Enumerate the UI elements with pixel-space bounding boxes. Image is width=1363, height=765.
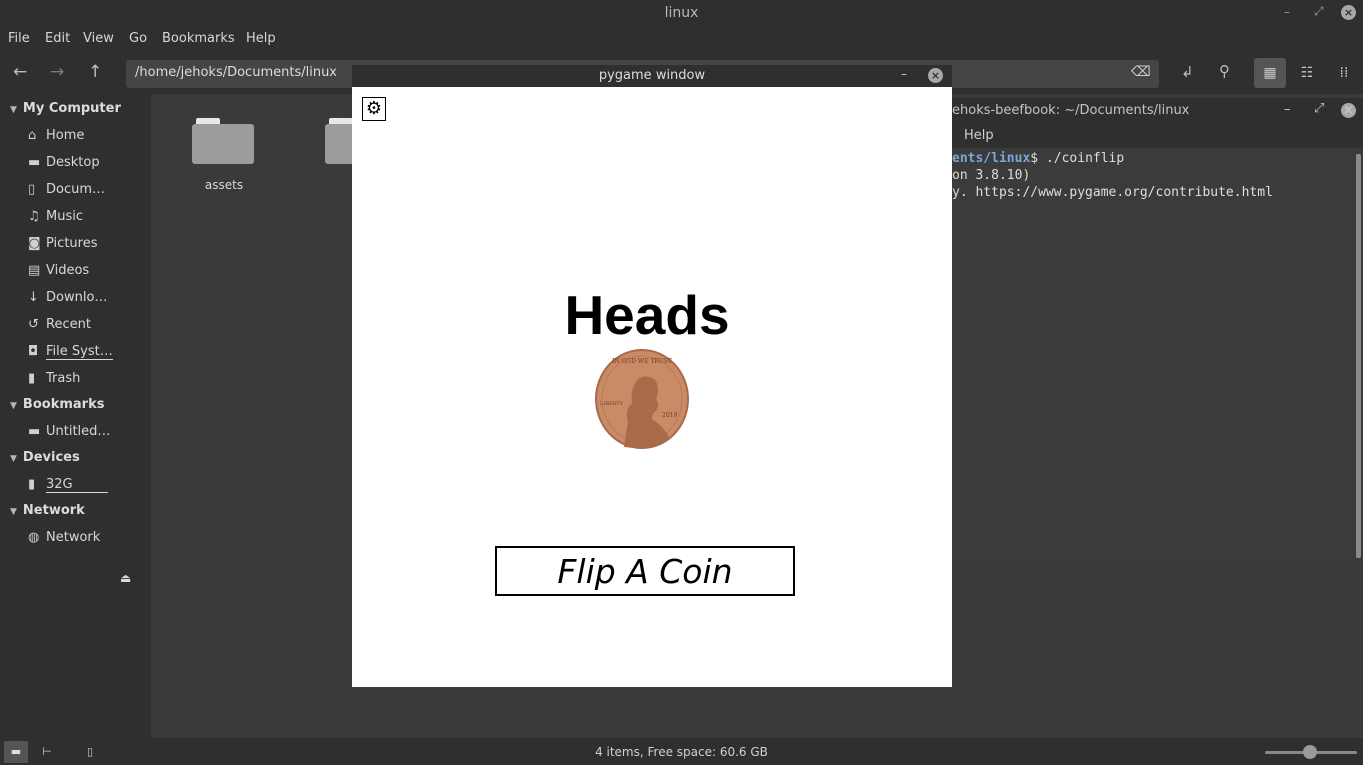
- sidebar-item-recent[interactable]: ↺ Recent: [28, 317, 91, 332]
- menu-bookmarks[interactable]: Bookmarks: [162, 31, 235, 46]
- folder-assets-label[interactable]: assets: [182, 178, 266, 192]
- menu-go[interactable]: Go: [129, 31, 147, 46]
- sidebar-item-network[interactable]: ◍ Network: [28, 530, 100, 545]
- expand-triangle-icon: ▼: [10, 401, 17, 411]
- camera-icon: ◙: [28, 236, 41, 251]
- pygame-titlebar: pygame window – ×: [352, 65, 952, 87]
- sidebar-section-my-computer[interactable]: ▼ My Computer: [10, 101, 121, 116]
- sidebar-item-downloads[interactable]: ↓ Downlo…: [28, 290, 107, 305]
- history-icon: ↺: [28, 317, 39, 332]
- window-title: linux: [664, 5, 699, 21]
- home-icon: ⌂: [28, 128, 37, 143]
- sidebar-item-videos[interactable]: ▤ Videos: [28, 263, 89, 278]
- forward-arrow-icon[interactable]: →: [50, 62, 64, 82]
- sidebar-item-file-system[interactable]: ◘ File Syst…: [28, 344, 113, 360]
- sidebar-section-bookmarks[interactable]: ▼ Bookmarks: [10, 397, 104, 412]
- expand-triangle-icon: ▼: [10, 454, 17, 464]
- clear-location-icon[interactable]: ⌫: [1131, 64, 1151, 80]
- terminal-menubar: Help: [952, 124, 1363, 148]
- back-arrow-icon[interactable]: ←: [13, 62, 27, 82]
- sidebar-item-music[interactable]: ♫ Music: [28, 209, 83, 224]
- usb-icon: ▮: [28, 477, 36, 492]
- coin-motto: IN GOD WE TRUST: [612, 358, 672, 365]
- terminal-menu-help[interactable]: Help: [964, 128, 994, 143]
- search-icon[interactable]: ⚲: [1219, 62, 1230, 80]
- document-icon: ▯: [28, 182, 36, 197]
- sidebar-item-documents[interactable]: ▯ Docum…: [28, 182, 105, 197]
- statusbar: ▬ ⊢ ▯ 4 items, Free space: 60.6 GB: [0, 738, 1363, 765]
- terminal-maximize-button[interactable]: ⤢: [1314, 101, 1324, 116]
- minimize-button[interactable]: –: [1284, 5, 1290, 19]
- icon-view-button[interactable]: ▦: [1254, 58, 1286, 88]
- flip-coin-button[interactable]: Flip A Coin: [495, 546, 795, 596]
- music-icon: ♫: [28, 209, 40, 224]
- expand-triangle-icon: ▼: [10, 105, 17, 115]
- sidebar: ▼ My Computer ⌂ Home ▬ Desktop ▯ Docum… ♫ Mus…: [0, 94, 151, 738]
- pygame-title: pygame window: [598, 68, 706, 83]
- status-text: 4 items, Free space: 60.6 GB: [595, 745, 768, 759]
- download-icon: ↓: [28, 290, 39, 305]
- film-icon: ▤: [28, 263, 41, 278]
- up-arrow-icon[interactable]: ↑: [88, 62, 102, 82]
- menu-view[interactable]: View: [83, 31, 114, 46]
- pygame-canvas: ⚙ Heads IN GOD WE TRUST LIBERTY 2019 Fli…: [352, 87, 952, 687]
- maximize-button[interactable]: ⤢: [1314, 4, 1324, 19]
- sidebar-item-trash[interactable]: ▮ Trash: [28, 371, 80, 386]
- sidebar-item-pictures[interactable]: ◙ Pictures: [28, 236, 97, 251]
- sidebar-item-32g-device[interactable]: ▮ 32G: [28, 477, 108, 493]
- close-button[interactable]: ×: [1341, 5, 1356, 20]
- terminal-output[interactable]: ents/linux$ ./coinflip on 3.8.10) y. htt…: [952, 150, 1273, 201]
- toggle-location-icon[interactable]: ↲: [1181, 63, 1194, 81]
- menu-file[interactable]: File: [8, 31, 30, 46]
- flip-coin-label: Flip A Coin: [557, 552, 733, 591]
- trash-icon: ▮: [28, 371, 36, 386]
- menu-edit[interactable]: Edit: [45, 31, 70, 46]
- flip-result: Heads: [564, 284, 730, 346]
- compact-view-button[interactable]: ⁞⁞: [1328, 58, 1360, 88]
- globe-icon: ◍: [28, 530, 40, 545]
- terminal-scrollbar[interactable]: [1356, 154, 1361, 558]
- folder-assets-icon[interactable]: [192, 118, 254, 164]
- sidebar-section-devices[interactable]: ▼ Devices: [10, 450, 80, 465]
- sidebar-item-untitled-bookmark[interactable]: ▬ Untitled…: [28, 424, 110, 439]
- sidebar-section-network[interactable]: ▼ Network: [10, 503, 85, 518]
- pygame-close-button[interactable]: ×: [928, 68, 943, 83]
- penny-coin-image: IN GOD WE TRUST LIBERTY 2019: [595, 349, 689, 449]
- zoom-slider-handle[interactable]: [1303, 745, 1317, 759]
- pygame-minimize-button[interactable]: –: [901, 67, 907, 81]
- menu-help[interactable]: Help: [246, 31, 276, 46]
- drive-icon: ◘: [28, 344, 39, 359]
- eject-icon[interactable]: ⏏: [120, 571, 131, 585]
- folder-icon: ▬: [28, 424, 41, 439]
- terminal-title: ehoks-beefbook: ~/Documents/linux: [952, 103, 1190, 118]
- terminal-minimize-button[interactable]: –: [1284, 102, 1291, 117]
- list-view-button[interactable]: ☷: [1291, 58, 1323, 88]
- sidebar-item-desktop[interactable]: ▬ Desktop: [28, 155, 100, 170]
- menubar: File Edit View Go Bookmarks Help: [0, 26, 1363, 52]
- terminal-titlebar: ehoks-beefbook: ~/Documents/linux – ⤢ ×: [952, 98, 1363, 124]
- desktop-icon: ▬: [28, 155, 41, 170]
- file-manager-titlebar: linux – ⤢ ×: [0, 0, 1363, 26]
- terminal-close-button[interactable]: ×: [1341, 103, 1356, 118]
- terminal-window[interactable]: ehoks-beefbook: ~/Documents/linux – ⤢ × …: [952, 98, 1363, 560]
- location-path: /home/jehoks/Documents/linux: [135, 65, 337, 80]
- expand-triangle-icon: ▼: [10, 507, 17, 517]
- coin-year: 2019: [662, 412, 677, 419]
- coin-liberty: LIBERTY: [600, 401, 624, 407]
- sidebar-item-home[interactable]: ⌂ Home: [28, 128, 84, 143]
- gear-icon[interactable]: ⚙: [362, 97, 386, 121]
